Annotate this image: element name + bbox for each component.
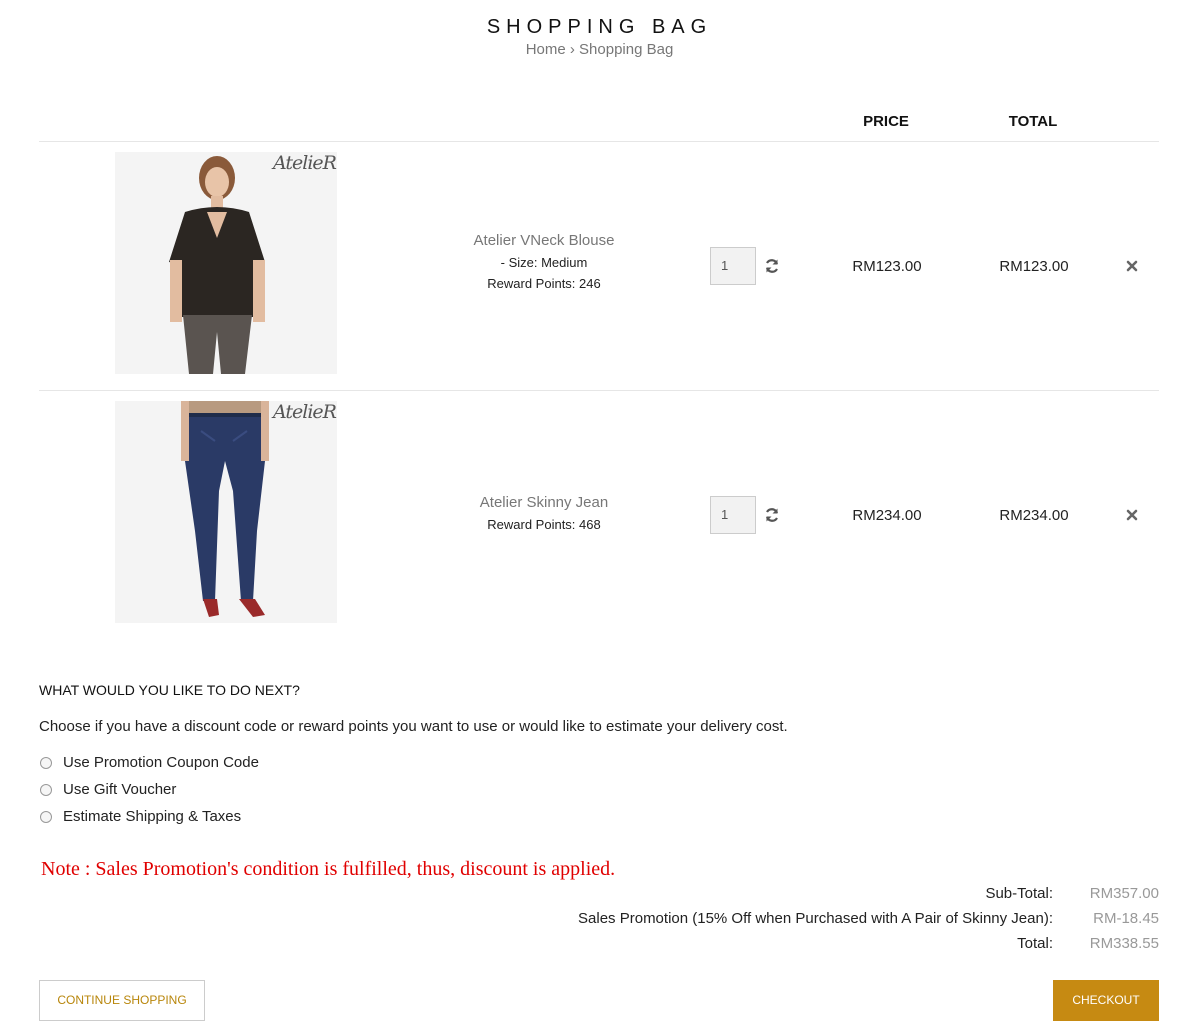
quantity-input[interactable]: 1 [710, 247, 756, 285]
product-image-jean[interactable]: AtelieR [115, 401, 337, 623]
checkout-button[interactable]: CHECKOUT [1053, 980, 1159, 1021]
option-estimate-shipping[interactable]: Estimate Shipping & Taxes [39, 808, 241, 825]
quantity-input[interactable]: 1 [710, 496, 756, 534]
option-gift-voucher[interactable]: Use Gift Voucher [39, 781, 176, 798]
item-price: RM123.00 [852, 258, 922, 275]
item-total: RM234.00 [999, 507, 1069, 524]
product-name[interactable]: Atelier Skinny Jean [419, 494, 669, 511]
option-label: Estimate Shipping & Taxes [63, 808, 242, 825]
option-label: Use Gift Voucher [63, 781, 177, 798]
total-value: RM338.55 [1089, 935, 1159, 952]
breadcrumb: Home › Shopping Bag [0, 41, 1199, 58]
breadcrumb-current[interactable]: Shopping Bag [579, 41, 673, 58]
radio-button[interactable] [40, 810, 52, 823]
column-header-total: TOTAL [1008, 113, 1058, 130]
remove-icon[interactable] [1125, 259, 1139, 273]
brand-logo: AtelieR [273, 401, 337, 423]
refresh-icon[interactable] [764, 258, 780, 274]
radio-button[interactable] [40, 756, 52, 769]
product-info: Atelier Skinny Jean Reward Points: 468 [419, 494, 669, 532]
remove-icon[interactable] [1125, 508, 1139, 522]
continue-shopping-button[interactable]: CONTINUE SHOPPING [39, 980, 205, 1021]
promotion-label: Sales Promotion (15% Off when Purchased … [578, 910, 1053, 927]
breadcrumb-home[interactable]: Home [526, 41, 566, 58]
option-label: Use Promotion Coupon Code [63, 754, 259, 771]
reward-points: Reward Points: 468 [487, 517, 601, 532]
refresh-icon[interactable] [764, 507, 780, 523]
page-title: SHOPPING BAG [486, 16, 713, 38]
product-name[interactable]: Atelier VNeck Blouse [419, 232, 669, 249]
product-image-blouse[interactable]: AtelieR [115, 152, 337, 374]
subtotal-label: Sub-Total: [985, 885, 1053, 902]
reward-points: Reward Points: 246 [487, 276, 601, 291]
item-total: RM123.00 [999, 258, 1069, 275]
option-coupon[interactable]: Use Promotion Coupon Code [39, 754, 259, 771]
jean-model-image [115, 401, 337, 623]
brand-logo: AtelieR [273, 152, 337, 174]
product-info: Atelier VNeck Blouse - Size: Medium Rewa… [419, 232, 669, 291]
item-price: RM234.00 [852, 507, 922, 524]
radio-button[interactable] [40, 783, 52, 796]
blouse-model-image [115, 152, 337, 374]
promotion-value: RM-18.45 [1093, 910, 1159, 927]
cart-item-row: AtelieR Atelier VNeck Blouse - Size: Med… [39, 142, 1159, 390]
promotion-note: Note : Sales Promotion's condition is fu… [41, 858, 616, 880]
breadcrumb-separator: › [569, 41, 575, 58]
column-header-price: PRICE [863, 113, 909, 130]
total-label: Total: [1017, 935, 1053, 952]
cart-item-row: AtelieR Atelier Skinny Jean Reward Point… [39, 391, 1159, 639]
next-steps-description: Choose if you have a discount code or re… [39, 718, 788, 735]
subtotal-value: RM357.00 [1089, 885, 1159, 902]
product-size: - Size: Medium [500, 255, 588, 270]
next-steps-heading: WHAT WOULD YOU LIKE TO DO NEXT? [39, 682, 300, 698]
